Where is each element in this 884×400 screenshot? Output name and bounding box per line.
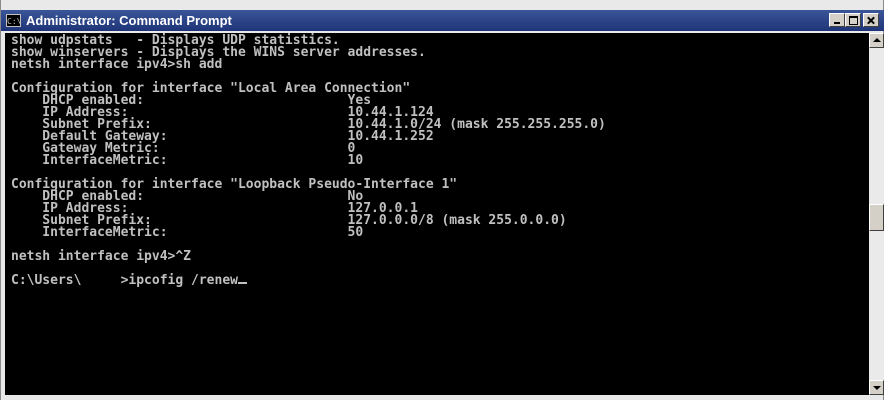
prompt-line: C:\Users\ >ipcofig /renew [11, 274, 869, 287]
command-prompt-window: C:\ Administrator: Command Prompt show u… [0, 0, 884, 400]
window-controls [829, 13, 879, 27]
close-button[interactable] [863, 13, 879, 27]
console-output[interactable]: show udpstats - Displays UDP statistics.… [5, 33, 869, 395]
vertical-scrollbar[interactable] [869, 33, 884, 395]
cmd-icon[interactable]: C:\ [6, 14, 21, 27]
console-text: show udpstats - Displays UDP statistics.… [5, 33, 869, 287]
minimize-button[interactable] [829, 13, 845, 27]
console-line: netsh interface ipv4>sh add [11, 57, 223, 72]
window-title: Administrator: Command Prompt [26, 13, 232, 28]
scroll-up-button[interactable] [869, 33, 884, 48]
text-cursor [237, 282, 247, 284]
scroll-thumb[interactable] [869, 204, 884, 231]
console-line: InterfaceMetric: 10 [11, 153, 364, 168]
console-line: InterfaceMetric: 50 [11, 225, 364, 240]
title-bar[interactable]: C:\ Administrator: Command Prompt [1, 10, 884, 31]
scroll-down-button[interactable] [869, 380, 884, 395]
console-line: netsh interface ipv4>^Z [11, 249, 192, 264]
maximize-button[interactable] [845, 13, 861, 27]
